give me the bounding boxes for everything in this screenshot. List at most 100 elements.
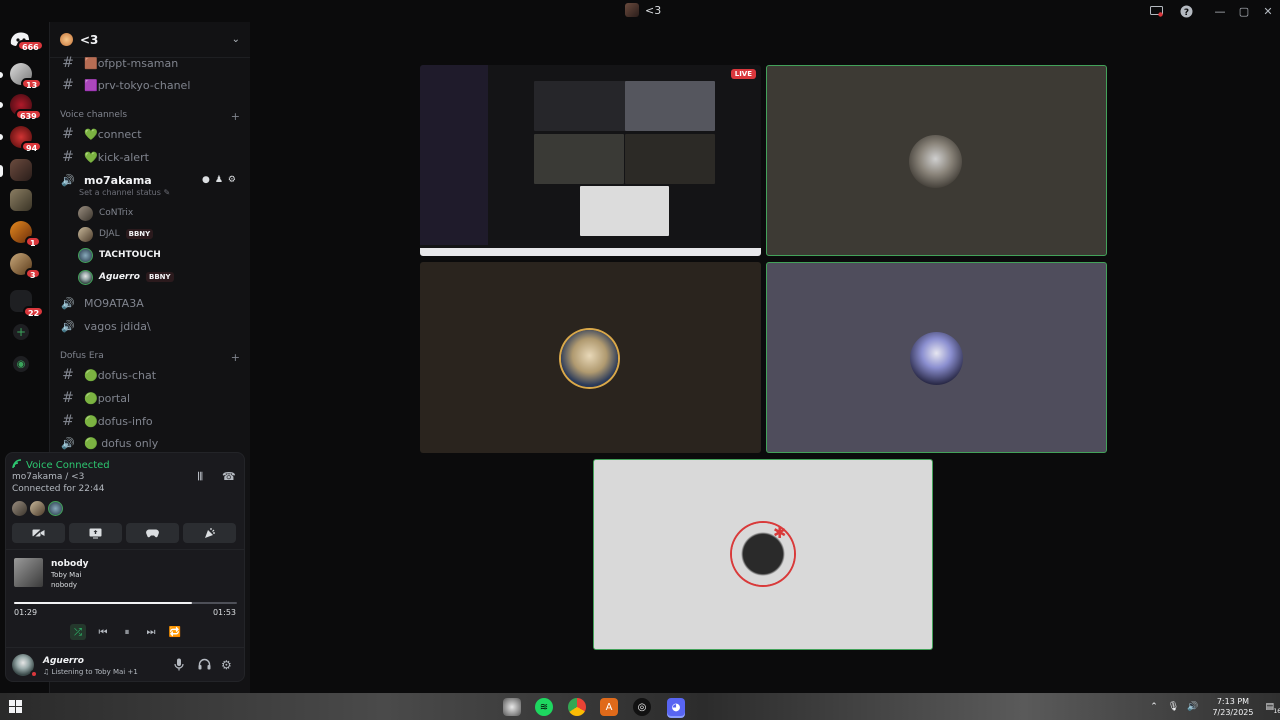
clock[interactable]: 7:13 PM 7/23/2025 bbox=[1212, 696, 1253, 718]
notification-badge: 3 bbox=[25, 268, 41, 280]
shuffle-icon[interactable]: ⤮ bbox=[70, 624, 86, 640]
track-album: nobody bbox=[51, 581, 78, 589]
app-icon[interactable] bbox=[503, 698, 521, 716]
chevron-up-icon[interactable]: ⌃ bbox=[1150, 702, 1158, 712]
participant-tile[interactable] bbox=[766, 262, 1107, 453]
volume-icon[interactable]: 🔊 bbox=[1187, 702, 1198, 712]
add-server-icon[interactable]: + bbox=[13, 324, 29, 340]
text-channel[interactable]: # 🟢portal bbox=[50, 387, 250, 409]
voice-user[interactable]: CoNTrix bbox=[78, 204, 133, 222]
notification-badge: 13 bbox=[21, 78, 43, 90]
text-channel[interactable]: # 💚connect bbox=[50, 123, 250, 145]
voice-location[interactable]: mo7akama / <3 bbox=[12, 472, 84, 482]
add-channel-icon[interactable]: + bbox=[231, 110, 240, 123]
channel-actions: ● ♟ ⚙ bbox=[202, 175, 236, 185]
text-channel[interactable]: # 💚kick-alert bbox=[50, 146, 250, 168]
maximize-button[interactable]: ▢ bbox=[1232, 0, 1256, 22]
album-cover[interactable] bbox=[14, 558, 43, 587]
angry-icon: ✱ bbox=[773, 523, 787, 542]
discord-icon[interactable]: ◕ bbox=[667, 698, 685, 716]
category-voice-channels[interactable]: Voice channels + bbox=[60, 110, 240, 123]
track-artist[interactable]: Toby Mai bbox=[51, 571, 81, 579]
notification-badge: 22 bbox=[23, 306, 45, 318]
server-icon[interactable] bbox=[10, 189, 32, 211]
category-label: Dofus Era bbox=[60, 351, 104, 361]
channel-name: 💚connect bbox=[84, 127, 142, 141]
soundboard-button[interactable] bbox=[183, 523, 236, 543]
voice-user[interactable]: DJAL BBNY bbox=[78, 225, 154, 243]
voice-user[interactable]: Aguerro BBNY bbox=[78, 268, 174, 286]
voice-actions bbox=[12, 523, 236, 543]
text-channel[interactable]: # 🟫ofppt-msaman bbox=[50, 52, 250, 74]
voice-channel[interactable]: 🔊 vagos jdida\ bbox=[50, 315, 250, 337]
next-icon[interactable]: ⏭ bbox=[144, 625, 158, 639]
help-icon[interactable]: ? bbox=[1178, 3, 1194, 19]
spotify-icon[interactable]: ≋ bbox=[535, 698, 553, 716]
notifications-icon[interactable]: ▤ 16 bbox=[1265, 702, 1280, 715]
voice-user-name: DJAL bbox=[99, 229, 120, 239]
previous-icon[interactable]: ⏮ bbox=[96, 625, 110, 639]
minimize-button[interactable]: — bbox=[1208, 0, 1232, 22]
activities-button[interactable] bbox=[126, 523, 179, 543]
user-panel: Aguerro ♫ Listening to Toby Mai +1 ⚙ bbox=[6, 647, 244, 681]
gear-icon[interactable]: ⚙ bbox=[221, 658, 232, 672]
notification-badge: 1 bbox=[25, 236, 41, 248]
user-name[interactable]: Aguerro bbox=[43, 656, 84, 666]
voice-user[interactable]: TACHTOUCH bbox=[78, 246, 161, 264]
start-button[interactable] bbox=[9, 700, 22, 713]
app-icon[interactable]: A bbox=[600, 698, 618, 716]
unread-pill bbox=[0, 72, 3, 78]
discover-icon[interactable]: ◉ bbox=[13, 356, 29, 372]
camera-off-button[interactable] bbox=[12, 523, 65, 543]
track-progress-fill bbox=[14, 602, 193, 604]
notification-badge: 666 bbox=[17, 40, 44, 52]
text-channel[interactable]: # 🟪prv-tokyo-chanel bbox=[50, 74, 250, 96]
screen-share-icon bbox=[89, 528, 102, 538]
channel-status[interactable]: Set a channel status ✎ bbox=[79, 188, 170, 197]
participant-tile[interactable] bbox=[420, 262, 761, 453]
text-channel[interactable]: # 🟢dofus-info bbox=[50, 410, 250, 432]
microphone-icon[interactable] bbox=[174, 658, 184, 674]
voice-connected-time: Connected for 22:44 bbox=[12, 484, 105, 494]
stream-preview-tile bbox=[580, 186, 669, 236]
gear-icon[interactable]: ⚙ bbox=[228, 175, 236, 185]
clock-date: 7/23/2025 bbox=[1212, 707, 1254, 717]
voice-channel[interactable]: 🔊 MO9ATA3A bbox=[50, 292, 250, 314]
headphones-icon[interactable] bbox=[198, 658, 211, 673]
avatar[interactable] bbox=[30, 501, 45, 516]
microphone-icon[interactable]: 🎙 bbox=[1168, 702, 1179, 712]
disconnect-icon[interactable]: ☎ bbox=[222, 470, 236, 483]
screen-share-button[interactable] bbox=[69, 523, 122, 543]
participant-tile[interactable]: ✱ bbox=[593, 459, 933, 650]
notification-badge: 94 bbox=[21, 141, 43, 153]
hash-icon: # bbox=[62, 77, 74, 93]
app-icon[interactable]: ◎ bbox=[633, 698, 651, 716]
server-icon-active[interactable] bbox=[10, 159, 32, 181]
pause-icon[interactable]: ⏸ bbox=[120, 625, 134, 639]
text-channel[interactable]: # 🟢dofus-chat bbox=[50, 364, 250, 386]
track-progress-bar[interactable] bbox=[14, 602, 237, 604]
clock-time: 7:13 PM bbox=[1216, 696, 1250, 706]
close-button[interactable]: ✕ bbox=[1256, 0, 1280, 22]
stream-preview-tile bbox=[625, 81, 715, 131]
channel-name: 🟫ofppt-msaman bbox=[84, 56, 179, 70]
os-taskbar: ≋ A ◎ ◕ ⌃ 🎙 🔊 7:13 PM 7/23/2025 ▤ 16 bbox=[0, 693, 1280, 720]
screen-share-icon[interactable] bbox=[1148, 3, 1164, 19]
add-channel-icon[interactable]: + bbox=[231, 351, 240, 364]
voice-connected-status[interactable]: Voice Connected bbox=[12, 459, 110, 472]
track-title[interactable]: nobody bbox=[51, 559, 89, 569]
server-tag: BBNY bbox=[125, 229, 154, 239]
voice-channel[interactable]: 🔊 🟢 dofus only bbox=[50, 432, 250, 454]
category-dofus-era[interactable]: Dofus Era + bbox=[60, 351, 240, 364]
title-bar: <3 ? — ▢ ✕ bbox=[0, 0, 1280, 22]
stream-tile[interactable]: LIVE bbox=[420, 65, 761, 256]
chat-icon[interactable]: ● bbox=[202, 175, 210, 185]
avatar[interactable] bbox=[12, 501, 27, 516]
chrome-icon[interactable] bbox=[568, 698, 586, 716]
repeat-icon[interactable]: 🔁 bbox=[168, 625, 182, 639]
notifications-count: 16 bbox=[1273, 707, 1280, 715]
noise-suppression-icon[interactable]: 𝄃𝄃 bbox=[198, 470, 203, 484]
avatar[interactable] bbox=[48, 501, 63, 516]
participant-tile[interactable] bbox=[766, 65, 1107, 256]
invite-icon[interactable]: ♟ bbox=[215, 175, 223, 185]
